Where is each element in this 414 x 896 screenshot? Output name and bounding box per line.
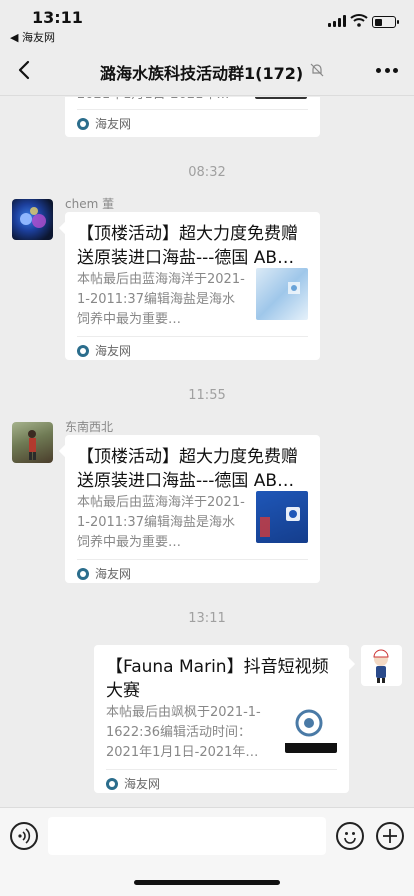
message-input[interactable] (48, 817, 326, 855)
status-time: 13:11 (32, 8, 83, 27)
card-description: 本帖最后由蓝海海洋于2021-1-2011:37编辑海盐是海水饲养中最为重要… (77, 272, 245, 327)
card-thumbnail (255, 97, 307, 99)
link-card[interactable]: 【顶楼活动】超大力度免费赠送原装进口海盐---德国 AB… 本帖最后由蓝海海洋于… (65, 212, 320, 360)
battery-icon (372, 16, 399, 28)
my-avatar[interactable] (361, 645, 402, 686)
card-source-label: 海友网 (95, 344, 132, 358)
card-source: 海友网 (77, 565, 131, 582)
card-title: 【Fauna Marin】抖音短视频大赛 (106, 657, 329, 701)
card-title: 【顶楼活动】超大力度免费赠送原装进口海盐---德国 AB… (77, 224, 298, 268)
chat-title: 潞海水族科技活动群1(172) (100, 64, 304, 83)
card-divider (77, 559, 308, 560)
more-options-icon[interactable] (376, 68, 398, 74)
mute-bell-icon (310, 63, 324, 77)
source-logo-icon (77, 344, 89, 357)
source-logo-icon (106, 777, 118, 790)
avatar[interactable] (12, 422, 53, 463)
card-title: 【顶楼活动】超大力度免费赠送原装进口海盐---德国 AB… (77, 447, 298, 491)
timestamp: 11:55 (188, 388, 226, 403)
sender-name: chem 董 (65, 197, 115, 211)
card-source-label: 海友网 (95, 567, 132, 581)
card-source: 海友网 (77, 115, 131, 132)
source-logo-icon (77, 567, 89, 580)
link-card[interactable]: 【顶楼活动】超大力度免费赠送原装进口海盐---德国 AB… 本帖最后由蓝海海洋于… (65, 435, 320, 583)
card-description: 本帖最后由蓝海海洋于2021-1-2011:37编辑海盐是海水饲养中最为重要… (77, 495, 245, 550)
link-card-partial[interactable]: 2021年1月1日-2021年… 海友网 (65, 97, 320, 137)
card-thumbnail (256, 491, 308, 543)
card-description: 本帖最后由飒枫于2021-1-1622:36编辑活动时间：2021年1月1日-2… (106, 705, 261, 760)
chat-header: 潞海水族科技活动群1(172) (0, 46, 414, 96)
card-divider (106, 769, 337, 770)
card-source: 海友网 (77, 342, 131, 359)
wifi-icon (350, 14, 368, 27)
chat-messages[interactable]: 2021年1月1日-2021年… 海友网 08:32 chem 董 【顶楼活动】… (0, 97, 414, 807)
card-thumbnail (256, 268, 308, 320)
card-source-label: 海友网 (95, 117, 132, 131)
card-thumbnail (285, 701, 337, 753)
card-description: 2021年1月1日-2021年… (77, 97, 247, 105)
emoji-icon[interactable] (336, 822, 364, 850)
link-card[interactable]: 【Fauna Marin】抖音短视频大赛 本帖最后由飒枫于2021-1-1622… (94, 645, 349, 793)
back-to-app-link[interactable]: ◀ 海友网 (10, 29, 55, 45)
voice-input-icon[interactable] (10, 822, 38, 850)
timestamp: 13:11 (188, 611, 226, 626)
card-source-label: 海友网 (124, 777, 161, 791)
home-indicator (134, 880, 280, 885)
avatar[interactable] (12, 199, 53, 240)
card-divider (77, 336, 308, 337)
source-logo-icon (77, 117, 89, 130)
plus-icon[interactable] (376, 822, 404, 850)
timestamp: 08:32 (188, 165, 226, 180)
back-arrow-icon[interactable] (12, 56, 38, 84)
card-divider (77, 109, 308, 110)
card-source: 海友网 (106, 775, 160, 792)
sender-name: 东南西北 (65, 420, 114, 434)
status-bar: 13:11 ◀ 海友网 (0, 0, 414, 46)
signal-icon (328, 15, 346, 27)
